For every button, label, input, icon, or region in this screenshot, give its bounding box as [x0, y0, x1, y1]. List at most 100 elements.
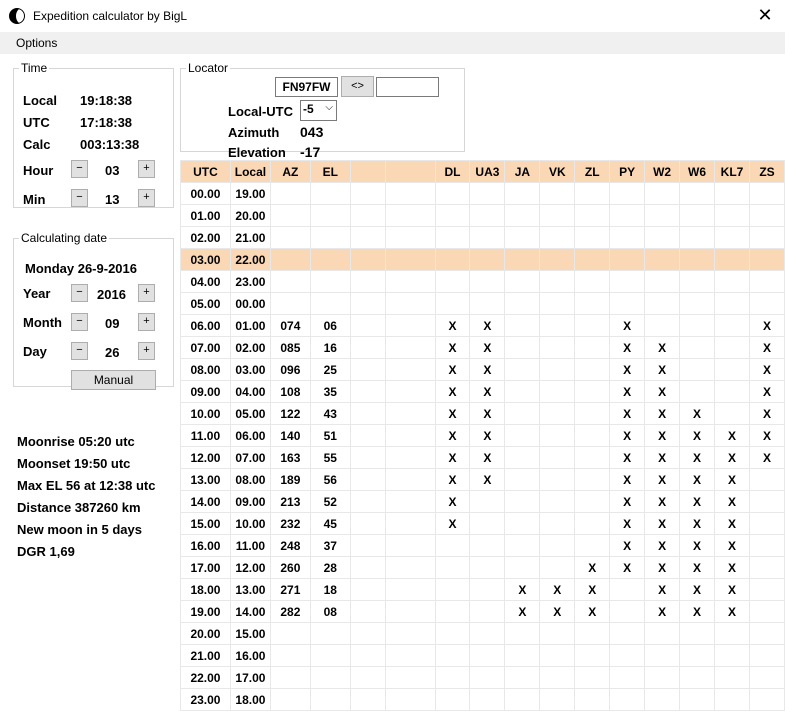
locator-input[interactable]: FN97FW — [275, 77, 338, 97]
table-cell — [714, 314, 750, 337]
menu-options[interactable]: Options — [16, 36, 57, 50]
day-decrement-button[interactable]: − — [71, 342, 88, 360]
utc-time-value: 17:18:38 — [80, 115, 133, 130]
table-row[interactable]: 20.00 15.00 — [180, 622, 785, 645]
local-utc-select[interactable]: -5 ⌵ — [300, 100, 337, 121]
table-row[interactable]: 16.00 11.00 248 37 X X X X — [180, 534, 785, 557]
table-row[interactable]: 14.00 09.00 213 52 X X X X X — [180, 490, 785, 513]
table-cell — [574, 182, 611, 205]
table-cell — [504, 204, 541, 227]
table-row[interactable]: 03.00 22.00 — [180, 248, 785, 271]
table-cell: X — [644, 424, 681, 447]
table-cell — [609, 248, 646, 271]
table-row[interactable]: 15.00 10.00 232 45 X X X X X — [180, 512, 785, 535]
month-increment-button[interactable]: + — [138, 313, 155, 331]
month-decrement-button[interactable]: − — [71, 313, 88, 331]
table-cell — [714, 336, 750, 359]
min-decrement-button[interactable]: − — [71, 189, 88, 207]
hour-increment-button[interactable]: + — [138, 160, 155, 178]
table-row[interactable]: 04.00 23.00 — [180, 270, 785, 293]
table-cell: X — [609, 314, 646, 337]
expedition-grid: UTC Local AZ EL DL UA3 JA VK ZL PY W2 W6 KL7 ZS 00.00… — [180, 160, 785, 711]
table-row[interactable]: 08.00 03.00 096 25 X X X X X — [180, 358, 785, 381]
hour-label: Hour — [23, 163, 54, 178]
table-cell — [539, 424, 576, 447]
table-row[interactable]: 18.00 13.00 271 18 X X X X X X — [180, 578, 785, 601]
swap-locator-button[interactable]: <> — [341, 76, 374, 97]
table-cell — [349, 358, 386, 381]
elevation-value: -17 — [300, 144, 321, 160]
table-cell: 12.00 — [229, 556, 271, 579]
table-row[interactable]: 17.00 12.00 260 28 X X X X X — [180, 556, 785, 579]
table-cell — [269, 644, 311, 667]
table-cell: 232 — [269, 512, 311, 535]
table-cell — [539, 292, 576, 315]
table-cell — [714, 204, 750, 227]
min-value: 13 — [105, 192, 120, 207]
window-title: Expedition calculator by BigL — [33, 9, 188, 23]
distance-text: Distance 387260 km — [17, 500, 141, 515]
table-cell — [469, 622, 506, 645]
table-cell — [574, 292, 611, 315]
table-cell — [384, 688, 436, 711]
table-cell — [504, 622, 541, 645]
table-row[interactable]: 09.00 04.00 108 35 X X X X X — [180, 380, 785, 403]
day-increment-button[interactable]: + — [138, 342, 155, 360]
table-cell: X — [434, 380, 471, 403]
table-cell — [269, 248, 311, 271]
table-cell — [269, 270, 311, 293]
table-cell — [309, 666, 351, 689]
table-cell — [384, 248, 436, 271]
table-cell — [679, 314, 716, 337]
table-cell: X — [714, 512, 750, 535]
table-cell — [349, 600, 386, 623]
table-cell — [469, 248, 506, 271]
year-decrement-button[interactable]: − — [71, 284, 88, 302]
table-cell — [504, 666, 541, 689]
table-cell — [714, 644, 750, 667]
table-cell: 260 — [269, 556, 311, 579]
table-cell — [504, 270, 541, 293]
table-row[interactable]: 01.00 20.00 — [180, 204, 785, 227]
day-label: Day — [23, 344, 47, 359]
table-cell — [434, 666, 471, 689]
table-row[interactable]: 10.00 05.00 122 43 X X X X X X — [180, 402, 785, 425]
manual-button[interactable]: Manual — [71, 370, 156, 390]
table-cell: X — [748, 314, 785, 337]
year-value: 2016 — [97, 287, 126, 302]
table-cell: 08 — [309, 600, 351, 623]
table-cell — [384, 336, 436, 359]
table-cell: X — [434, 336, 471, 359]
table-cell — [539, 270, 576, 293]
min-increment-button[interactable]: + — [138, 189, 155, 207]
table-cell — [539, 358, 576, 381]
table-cell: X — [574, 578, 611, 601]
table-cell — [504, 336, 541, 359]
table-cell — [349, 512, 386, 535]
target-locator-input[interactable] — [376, 77, 439, 97]
table-row[interactable]: 06.00 01.00 074 06 X X X X — [180, 314, 785, 337]
table-cell: 09.00 — [229, 490, 271, 513]
table-cell — [434, 688, 471, 711]
table-row[interactable]: 22.00 17.00 — [180, 666, 785, 689]
table-row[interactable]: 07.00 02.00 085 16 X X X X X — [180, 336, 785, 359]
table-cell: 11.00 — [180, 424, 231, 447]
table-cell: X — [574, 600, 611, 623]
table-row[interactable]: 19.00 14.00 282 08 X X X X X X — [180, 600, 785, 623]
table-cell — [384, 644, 436, 667]
table-cell — [714, 380, 750, 403]
table-row[interactable]: 02.00 21.00 — [180, 226, 785, 249]
table-row[interactable]: 05.00 00.00 — [180, 292, 785, 315]
close-icon[interactable]: ✕ — [755, 5, 775, 25]
year-increment-button[interactable]: + — [138, 284, 155, 302]
table-row[interactable]: 23.00 18.00 — [180, 688, 785, 711]
table-row[interactable]: 00.00 19.00 — [180, 182, 785, 205]
table-cell: X — [644, 358, 681, 381]
table-row[interactable]: 11.00 06.00 140 51 X X X X X X X — [180, 424, 785, 447]
hour-decrement-button[interactable]: − — [71, 160, 88, 178]
table-cell — [309, 644, 351, 667]
table-row[interactable]: 12.00 07.00 163 55 X X X X X X X — [180, 446, 785, 469]
table-cell — [469, 644, 506, 667]
table-row[interactable]: 13.00 08.00 189 56 X X X X X X — [180, 468, 785, 491]
table-row[interactable]: 21.00 16.00 — [180, 644, 785, 667]
